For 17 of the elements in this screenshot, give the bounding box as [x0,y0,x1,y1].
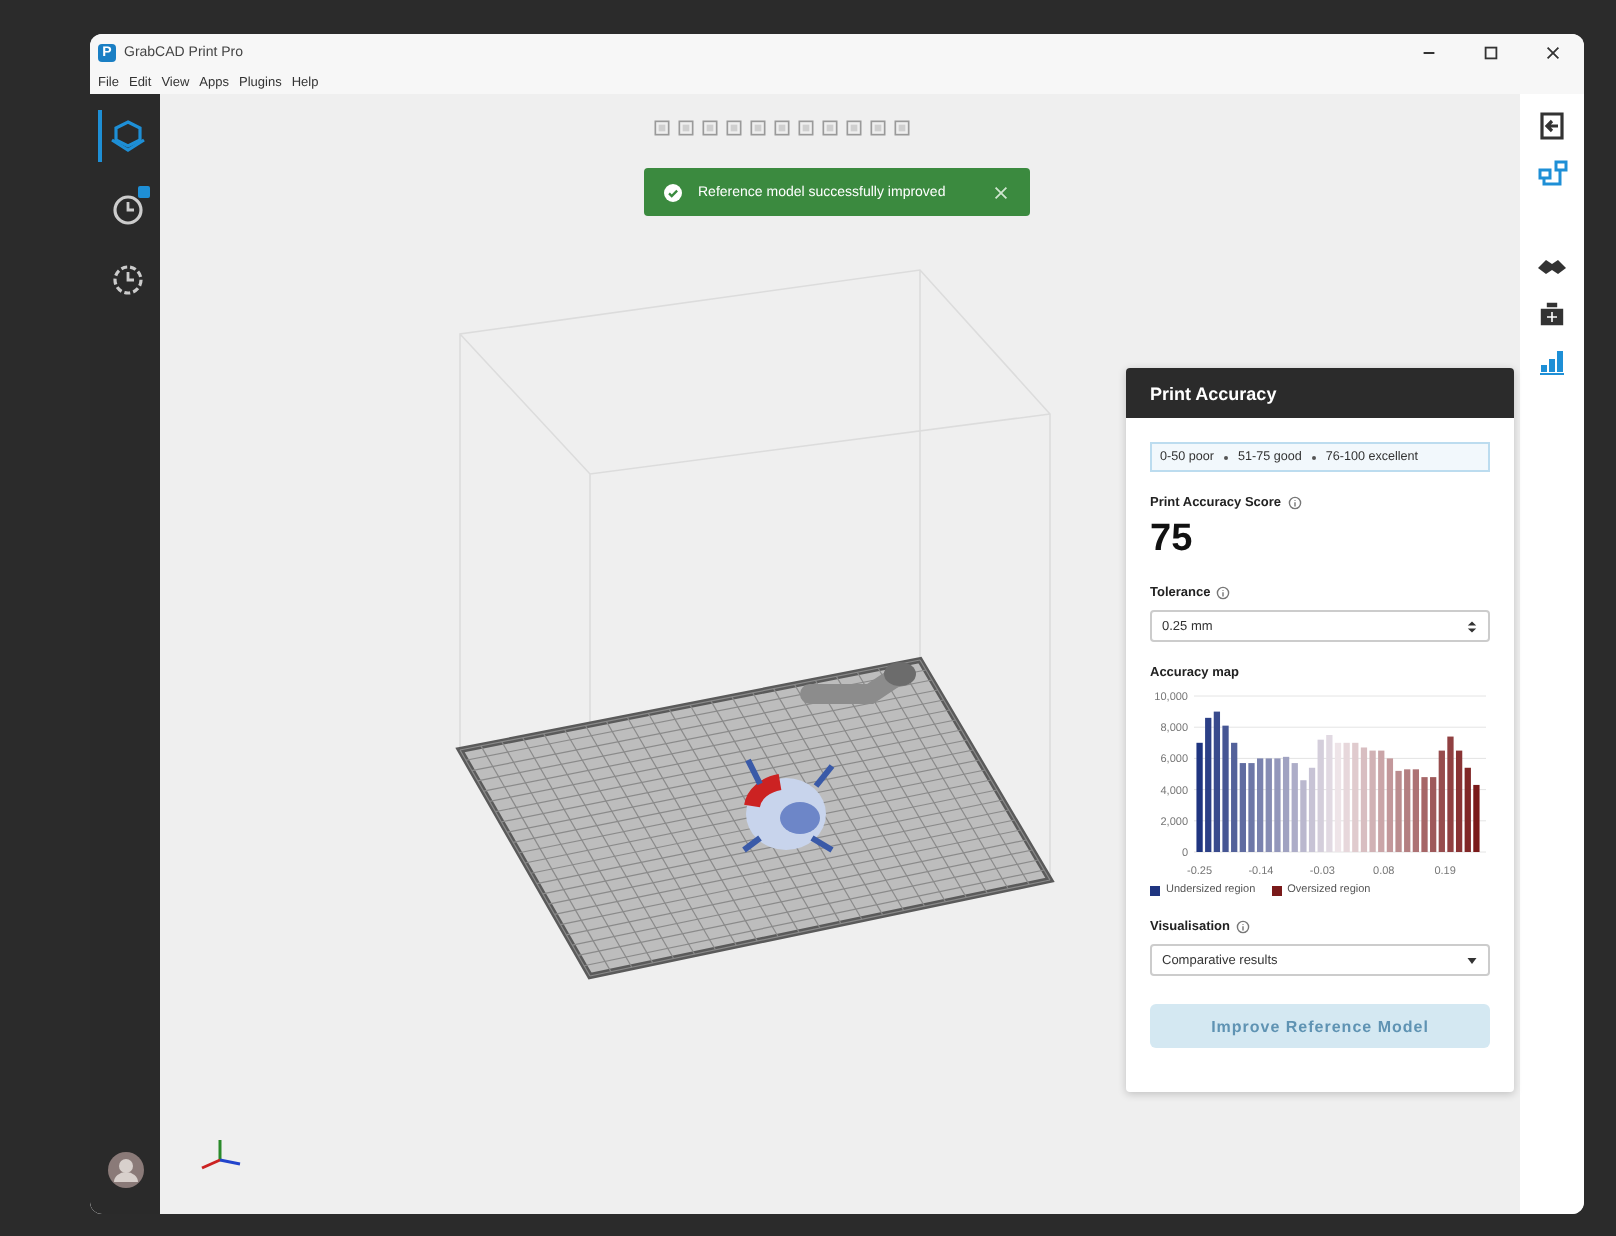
cube-icon [107,116,147,156]
pipe-model-drawing [800,662,916,704]
toolbar-icon[interactable] [1536,110,1568,142]
model-accuracy-drawing [741,757,835,853]
score-value: 75 [1150,518,1195,562]
axis-triad-icon [201,1140,241,1170]
avatar-icon[interactable] [105,1150,145,1190]
panel-title: Print Accuracy [1150,383,1277,403]
info-icon[interactable] [1287,496,1302,510]
info-icon[interactable] [1235,920,1250,934]
close-icon[interactable] [992,183,1010,201]
stepper-icon [1466,619,1478,633]
info-icon[interactable] [1216,586,1231,600]
caret-icon [1466,953,1478,967]
toolbar-icon[interactable] [1536,298,1568,330]
history-icon [107,260,147,300]
check-icon [664,183,682,201]
